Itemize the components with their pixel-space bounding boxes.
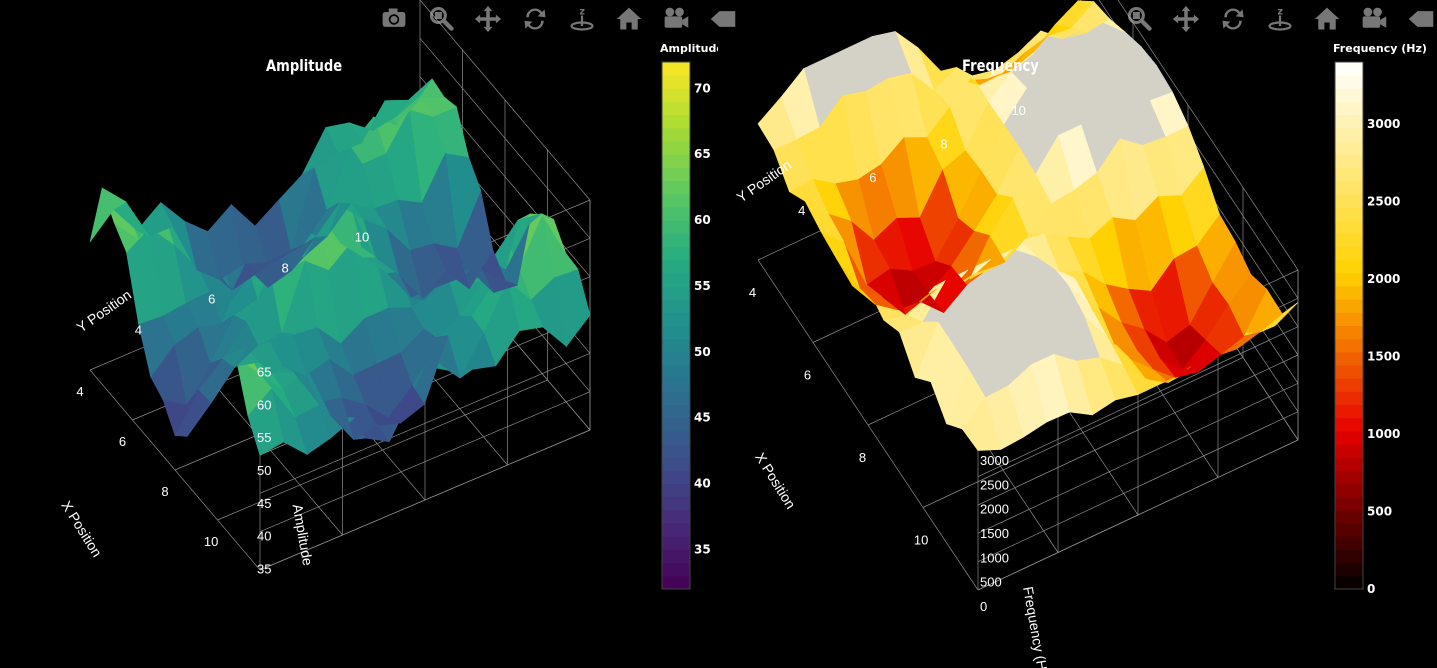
colorbar-title: Amplitude xyxy=(660,42,718,55)
y-axis-label: Y Position xyxy=(734,156,795,205)
z-tick-label: 500 xyxy=(980,575,1002,590)
plot-title-frequency: Frequency xyxy=(962,56,1039,75)
colorbar-tick-label: 60 xyxy=(694,213,711,227)
x-tick-label: 6 xyxy=(804,367,811,382)
frequency-plot-panel: z 4 6 8 10 4 6 8 10 0 500 1000 1500 2000 2500 3000 X Po… xyxy=(718,0,1437,668)
z-tick-label: 40 xyxy=(257,529,271,544)
x-tick-label: 10 xyxy=(204,534,218,549)
y-tick-label: 6 xyxy=(869,170,876,185)
z-tick-label: 45 xyxy=(257,496,271,511)
x-tick-label: 8 xyxy=(161,484,168,499)
colorbar-tick-label: 45 xyxy=(694,411,711,425)
colorbar-tick-label: 35 xyxy=(694,542,711,556)
x-tick-label: 6 xyxy=(119,434,126,449)
y-tick-label: 10 xyxy=(355,229,369,244)
colorbar-tick-label: 65 xyxy=(694,147,711,161)
colorbar-tick-label: 500 xyxy=(1367,505,1392,519)
z-tick-label: 0 xyxy=(980,599,987,614)
y-tick-label: 8 xyxy=(281,260,288,275)
z-tick-label: 65 xyxy=(257,364,271,379)
z-tick-label: 1000 xyxy=(980,550,1009,565)
x-axis-label: X Position xyxy=(752,450,799,512)
amplitude-3d-scene[interactable]: 4 6 8 10 4 6 8 10 35 40 45 50 55 60 65 X Position Y Posi… xyxy=(0,0,718,668)
x-tick-label: 8 xyxy=(859,450,866,465)
y-tick-label: 8 xyxy=(940,137,947,152)
colorbar-tick-label: 2500 xyxy=(1367,195,1400,209)
z-tick-label: 1500 xyxy=(980,526,1009,541)
amplitude-plot-panel: z 4 6 8 10 4 6 8 10 35 40 45 50 55 60 65 X Position Y Po… xyxy=(0,0,736,668)
colorbar-tick-label: 50 xyxy=(694,345,711,359)
x-tick-label: 4 xyxy=(76,384,83,399)
x-tick-label: 4 xyxy=(749,285,756,300)
y-axis-label: Y Position xyxy=(74,286,135,335)
colorbar-title: Frequency (Hz) xyxy=(1333,42,1427,55)
z-axis-label: Amplitude xyxy=(290,503,317,567)
z-tick-label: 3000 xyxy=(980,453,1009,468)
x-tick-label: 10 xyxy=(914,532,928,547)
colorbar-tick-label: 40 xyxy=(694,477,711,491)
colorbar-tick-label: 0 xyxy=(1367,582,1375,596)
colorbar-tick-label: 55 xyxy=(694,279,711,293)
y-tick-label: 10 xyxy=(1011,103,1025,118)
surface-mesh xyxy=(89,78,591,456)
frequency-3d-scene[interactable]: 4 6 8 10 4 6 8 10 0 500 1000 1500 2000 2500 3000 X Posi… xyxy=(718,0,1437,668)
colorbar-tick-label: 1500 xyxy=(1367,350,1400,364)
colorbar-tick-label: 3000 xyxy=(1367,117,1400,131)
z-tick-label: 35 xyxy=(257,562,271,577)
z-tick-label: 55 xyxy=(257,430,271,445)
z-tick-label: 50 xyxy=(257,463,271,478)
colorbar: Amplitude 35 40 45 50 55 60 65 70 xyxy=(660,42,718,590)
colorbar-tick-label: 2000 xyxy=(1367,272,1400,286)
y-tick-label: 4 xyxy=(798,203,805,218)
y-tick-label: 4 xyxy=(135,323,142,338)
colorbar-tick-label: 1000 xyxy=(1367,427,1400,441)
z-tick-label: 2500 xyxy=(980,477,1009,492)
plot-title-amplitude: Amplitude xyxy=(266,56,343,75)
y-tick-label: 6 xyxy=(208,292,215,307)
colorbar: Frequency (Hz) 0 500 1000 1500 2000 2500 3000 xyxy=(1333,42,1427,596)
z-tick-label: 2000 xyxy=(980,502,1009,517)
colorbar-tick-label: 70 xyxy=(694,81,711,95)
z-axis-label: Frequency (Hz) xyxy=(1020,585,1053,668)
z-tick-label: 60 xyxy=(257,397,271,412)
x-axis-label: X Position xyxy=(58,498,105,560)
